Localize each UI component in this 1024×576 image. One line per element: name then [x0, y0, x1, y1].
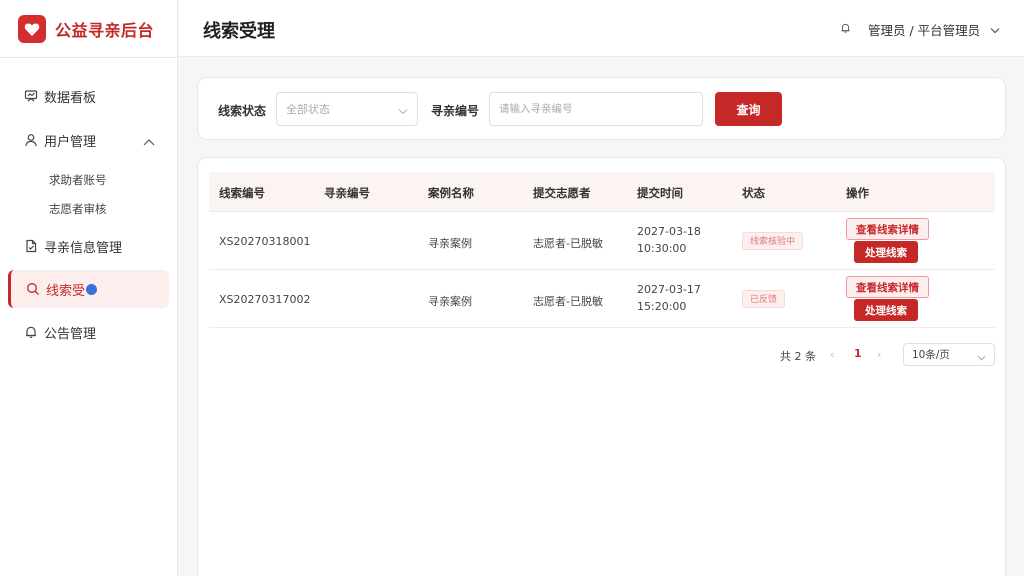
- page-title: 线索受理: [203, 21, 275, 42]
- view-clue-detail-button[interactable]: 查看线索详情: [846, 276, 929, 298]
- sidebar-item-clue-handling[interactable]: 线索受: [8, 270, 169, 308]
- heart-icon: [18, 15, 46, 43]
- sidebar-item-label: 公告管理: [44, 326, 97, 342]
- user-menu[interactable]: 管理员 / 平台管理员: [868, 20, 1000, 39]
- search-icon: [26, 282, 40, 296]
- case-id-input[interactable]: [489, 92, 703, 126]
- sidebar-item-label: 寻亲信息管理: [44, 240, 123, 256]
- status-filter-label: 线索状态: [218, 104, 267, 118]
- status-select-value: 全部状态: [286, 103, 330, 116]
- sidebar: 公益寻亲后台 数据看板 用户管理 求助者账号 志愿者审核 寻亲信息管理 线索受: [0, 0, 178, 576]
- status-badge: 线索核验中: [742, 232, 804, 250]
- column-header: 提交志愿者: [533, 186, 591, 200]
- process-clue-button[interactable]: 处理线索: [854, 241, 918, 263]
- case-name: 寻亲案例: [428, 295, 472, 308]
- filter-card: 线索状态 全部状态 寻亲编号 查询: [197, 77, 1006, 140]
- submit-time: 10:30:00: [637, 242, 687, 255]
- volunteer: 志愿者-已脱敏: [533, 237, 603, 250]
- table-header: 线索编号 寻亲编号 案例名称 提交志愿者 提交时间 状态 操作: [209, 172, 995, 212]
- pagination-total: 共 2 条: [780, 350, 816, 363]
- sidebar-subitem-volunteer-review[interactable]: 志愿者审核: [49, 201, 107, 217]
- column-header: 案例名称: [428, 186, 474, 200]
- user-label: 管理员 / 平台管理员: [868, 23, 981, 38]
- chevron-up-icon: [143, 135, 155, 150]
- process-clue-button[interactable]: 处理线索: [854, 299, 918, 321]
- view-clue-detail-button[interactable]: 查看线索详情: [846, 218, 929, 240]
- case-name: 寻亲案例: [428, 237, 472, 250]
- volunteer: 志愿者-已脱敏: [533, 295, 603, 308]
- divider: [0, 57, 178, 58]
- document-icon: [24, 239, 38, 253]
- column-header: 提交时间: [637, 186, 683, 200]
- sidebar-subitem-seekers[interactable]: 求助者账号: [49, 172, 107, 188]
- user-icon: [24, 133, 38, 147]
- chevron-down-icon: [990, 22, 1000, 37]
- clue-id: XS20270317002: [219, 293, 311, 306]
- page-size-select[interactable]: 10条/页: [903, 343, 995, 366]
- table-row: XS20270318001 寻亲案例 志愿者-已脱敏 2027-03-18 10…: [209, 212, 995, 270]
- sidebar-item-label: 数据看板: [44, 90, 97, 106]
- status-badge: 已反馈: [742, 290, 786, 308]
- table-row: XS20270317002 寻亲案例 志愿者-已脱敏 2027-03-17 15…: [209, 270, 995, 328]
- bell-icon: [24, 325, 38, 339]
- submit-time: 15:20:00: [637, 300, 687, 313]
- logo[interactable]: 公益寻亲后台: [18, 14, 154, 44]
- header: 线索受理 管理员 / 平台管理员: [179, 0, 1024, 57]
- query-button[interactable]: 查询: [715, 92, 782, 126]
- submit-date: 2027-03-17: [637, 283, 701, 296]
- pagination-next-button[interactable]: ›: [877, 348, 881, 361]
- pagination-page-1[interactable]: 1: [854, 347, 862, 360]
- app-name: 公益寻亲后台: [55, 21, 155, 40]
- sidebar-item-search-info[interactable]: 寻亲信息管理: [8, 227, 169, 265]
- column-header: 寻亲编号: [324, 186, 370, 200]
- chevron-down-icon: [977, 352, 986, 364]
- clue-id: XS20270318001: [219, 235, 311, 248]
- notification-dot: [86, 283, 98, 295]
- sidebar-item-label: 用户管理: [44, 134, 97, 150]
- chevron-down-icon: [398, 105, 408, 118]
- bell-icon[interactable]: [840, 22, 851, 37]
- column-header: 状态: [742, 186, 765, 200]
- case-id-label: 寻亲编号: [431, 104, 480, 118]
- column-header: 线索编号: [219, 186, 265, 200]
- table-card: 线索编号 寻亲编号 案例名称 提交志愿者 提交时间 状态 操作 XS202703…: [197, 157, 1006, 576]
- page-size-value: 10条/页: [912, 349, 950, 361]
- dashboard-icon: [24, 89, 38, 103]
- status-select[interactable]: 全部状态: [276, 92, 418, 126]
- sidebar-item-dashboard[interactable]: 数据看板: [8, 77, 169, 115]
- sidebar-item-users[interactable]: 用户管理: [8, 121, 169, 159]
- sidebar-item-label: 线索受: [46, 283, 86, 299]
- sidebar-item-announcements[interactable]: 公告管理: [8, 313, 169, 351]
- column-header: 操作: [846, 186, 869, 200]
- pagination-prev-button[interactable]: ‹: [830, 348, 834, 361]
- submit-date: 2027-03-18: [637, 225, 701, 238]
